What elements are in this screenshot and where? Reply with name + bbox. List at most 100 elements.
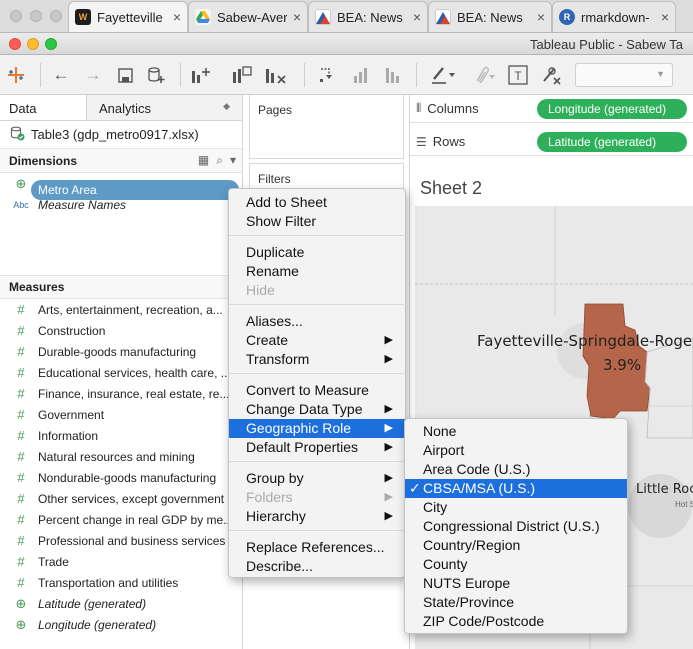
close-icon[interactable]: × bbox=[413, 9, 421, 25]
menu-item[interactable]: Transform ▶ bbox=[229, 350, 407, 369]
close-icon[interactable]: × bbox=[537, 9, 545, 25]
measure-item[interactable]: # Durable-goods manufacturing bbox=[0, 341, 242, 362]
menu-item[interactable]: Aliases... bbox=[229, 312, 407, 331]
geo-role-item[interactable]: Area Code (U.S.) bbox=[405, 460, 627, 479]
view-list-icon[interactable]: ▦ bbox=[198, 153, 209, 168]
new-data-source-icon[interactable] bbox=[145, 63, 167, 87]
geo-role-item[interactable]: None bbox=[405, 422, 627, 441]
geo-role-item[interactable]: County bbox=[405, 555, 627, 574]
geo-role-item[interactable]: State/Province bbox=[405, 593, 627, 612]
measure-item[interactable]: ⊕ Longitude (generated) bbox=[0, 614, 242, 635]
tab-analytics[interactable]: Analytics ◆ bbox=[86, 95, 242, 120]
close-icon[interactable]: × bbox=[293, 9, 301, 25]
measure-item[interactable]: # Trade bbox=[0, 551, 242, 572]
tableau-logo-icon[interactable] bbox=[5, 63, 27, 87]
browser-tab-strip: W Fayetteville × Sabew-Aver × BEA: News … bbox=[0, 0, 693, 33]
google-drive-icon bbox=[195, 9, 211, 25]
data-pane: Data Analytics ◆ Table3 (gdp_metro0917.x… bbox=[0, 95, 243, 649]
duplicate-sheet-icon[interactable] bbox=[230, 63, 254, 87]
highlight-pen-icon[interactable] bbox=[426, 63, 460, 87]
menu-item[interactable]: Describe... bbox=[229, 557, 407, 576]
rows-shelf[interactable]: ☰ Rows Latitude (generated) bbox=[410, 128, 693, 156]
menu-item: Folders ▶ bbox=[246, 489, 393, 505]
geo-role-item[interactable]: Congressional District (U.S.) bbox=[405, 517, 627, 536]
fit-dropdown[interactable]: ▼ bbox=[575, 63, 673, 87]
save-icon[interactable] bbox=[114, 63, 136, 87]
window-close-dot[interactable] bbox=[10, 10, 22, 22]
geo-role-item[interactable]: ZIP Code/Postcode bbox=[405, 612, 627, 631]
measure-item[interactable]: # Percent change in real GDP by me... bbox=[0, 509, 242, 530]
redo-arrow-icon[interactable]: → bbox=[82, 63, 104, 87]
menu-item[interactable]: Create ▶ bbox=[229, 331, 407, 350]
measure-item[interactable]: # Finance, insurance, real estate, re... bbox=[0, 383, 242, 404]
menu-item[interactable]: Default Properties ▶ bbox=[229, 438, 407, 457]
menu-item[interactable]: Add to Sheet bbox=[229, 193, 407, 212]
sort-ascending-icon[interactable] bbox=[350, 63, 372, 87]
menu-item[interactable]: Geographic Role ▶ bbox=[229, 419, 407, 438]
latitude-pill[interactable]: Latitude (generated) bbox=[537, 132, 687, 152]
show-mark-labels-icon[interactable]: T bbox=[506, 63, 530, 87]
measure-label: Construction bbox=[38, 323, 106, 338]
menu-item[interactable]: Hierarchy ▶ bbox=[229, 507, 407, 526]
map-label-fayetteville: Fayetteville-Springdale-Roge bbox=[477, 332, 693, 350]
number-icon: # bbox=[17, 533, 25, 548]
measure-item[interactable]: # Other services, except government bbox=[0, 488, 242, 509]
group-members-icon[interactable] bbox=[468, 63, 498, 87]
measure-item[interactable]: # Arts, entertainment, recreation, a... bbox=[0, 299, 242, 320]
window-zoom-dot[interactable] bbox=[50, 10, 62, 22]
swap-rows-columns-icon[interactable] bbox=[316, 63, 338, 87]
browser-tab-sabew[interactable]: Sabew-Aver × bbox=[188, 1, 308, 32]
longitude-pill[interactable]: Longitude (generated) bbox=[537, 99, 687, 119]
number-icon: # bbox=[17, 575, 25, 590]
clear-sheet-icon[interactable] bbox=[262, 63, 290, 87]
menu-item[interactable]: Replace References... bbox=[229, 538, 407, 557]
zoom-window-button[interactable] bbox=[45, 38, 57, 50]
menu-item[interactable]: Group by ▶ bbox=[229, 469, 407, 488]
menu-item[interactable]: Duplicate bbox=[229, 243, 407, 262]
metro-area-pill-selected[interactable]: Metro Area bbox=[31, 180, 239, 200]
search-icon[interactable]: ⌕ bbox=[216, 153, 223, 168]
menu-item[interactable]: Change Data Type ▶ bbox=[229, 400, 407, 419]
window-minimize-dot[interactable] bbox=[30, 10, 42, 22]
measure-item[interactable]: # Construction bbox=[0, 320, 242, 341]
sheet-title[interactable]: Sheet 2 bbox=[420, 178, 482, 199]
geo-role-item[interactable]: Airport bbox=[405, 441, 627, 460]
new-worksheet-icon[interactable] bbox=[188, 63, 216, 87]
rows-icon: ☰ bbox=[416, 134, 427, 149]
close-window-button[interactable] bbox=[9, 38, 21, 50]
menu-item[interactable]: Rename bbox=[229, 262, 407, 281]
sort-descending-icon[interactable] bbox=[382, 63, 404, 87]
geo-role-item[interactable]: NUTS Europe bbox=[405, 574, 627, 593]
undo-arrow-icon[interactable]: ← bbox=[50, 63, 72, 87]
number-icon: # bbox=[17, 428, 25, 443]
menu-item[interactable]: Show Filter bbox=[229, 212, 407, 231]
chevron-down-icon[interactable]: ▾ bbox=[230, 153, 236, 168]
browser-tab-fayetteville[interactable]: W Fayetteville × bbox=[68, 1, 188, 32]
measure-item[interactable]: # Educational services, health care, ... bbox=[0, 362, 242, 383]
browser-tab-bea-2[interactable]: BEA: News × bbox=[428, 1, 552, 32]
measure-item[interactable]: # Natural resources and mining bbox=[0, 446, 242, 467]
globe-icon: ⊕ bbox=[15, 595, 27, 611]
measure-item[interactable]: # Information bbox=[0, 425, 242, 446]
measure-item[interactable]: # Government bbox=[0, 404, 242, 425]
minimize-window-button[interactable] bbox=[27, 38, 39, 50]
measure-item[interactable]: # Nondurable-goods manufacturing bbox=[0, 467, 242, 488]
geo-role-item[interactable]: City bbox=[405, 498, 627, 517]
tab-data[interactable]: Data bbox=[0, 95, 86, 120]
geo-role-item[interactable]: ✓ CBSA/MSA (U.S.) bbox=[405, 479, 627, 498]
browser-tab-bea-1[interactable]: BEA: News × bbox=[308, 1, 428, 32]
browser-tab-rmarkdown[interactable]: R rmarkdown- × bbox=[552, 1, 676, 32]
measure-item[interactable]: # Transportation and utilities bbox=[0, 572, 242, 593]
measure-item[interactable]: # Professional and business services bbox=[0, 530, 242, 551]
close-icon[interactable]: × bbox=[173, 9, 181, 25]
fix-axes-icon[interactable] bbox=[538, 63, 564, 87]
close-icon[interactable]: × bbox=[661, 9, 669, 25]
columns-shelf[interactable]: ⦀ Columns Longitude (generated) bbox=[410, 95, 693, 123]
window-title: Tableau Public - Sabew Ta bbox=[530, 37, 683, 52]
data-source-item[interactable]: Table3 (gdp_metro0917.xlsx) bbox=[0, 121, 242, 149]
measure-label: Arts, entertainment, recreation, a... bbox=[38, 302, 223, 317]
menu-item[interactable]: Convert to Measure bbox=[229, 381, 407, 400]
pages-shelf[interactable]: Pages bbox=[249, 95, 404, 159]
measure-item[interactable]: ⊕ Latitude (generated) bbox=[0, 593, 242, 614]
geo-role-item[interactable]: Country/Region bbox=[405, 536, 627, 555]
